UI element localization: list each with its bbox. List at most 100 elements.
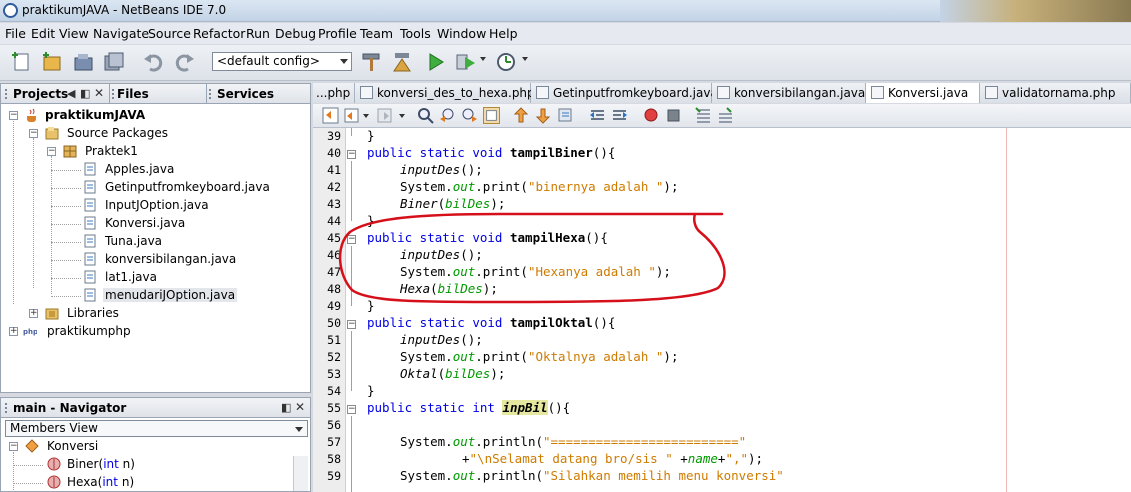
debug-dropdown-icon[interactable] xyxy=(480,57,486,61)
build-hammer-icon[interactable] xyxy=(360,51,384,73)
menu-source[interactable]: Source xyxy=(148,26,191,41)
tree-file[interactable]: konversibilangan.java xyxy=(1,251,310,269)
tab-validatornama[interactable]: validatornama.php xyxy=(980,83,1131,103)
tree-file-selected[interactable]: menudariJOption.java xyxy=(1,287,310,305)
tab-getinputfromkeyboard[interactable]: Getinputfromkeyboard.java xyxy=(531,83,718,103)
java-file-icon xyxy=(84,216,96,230)
tree-file[interactable]: lat1.java xyxy=(1,269,310,287)
menu-team[interactable]: Team xyxy=(360,26,393,41)
toggle-bookmark-icon[interactable] xyxy=(557,107,574,124)
fold-toggle-icon[interactable]: − xyxy=(347,405,356,414)
collapse-icon[interactable]: − xyxy=(29,129,38,138)
tab-files[interactable]: Files xyxy=(117,87,149,101)
collapse-icon[interactable]: − xyxy=(47,147,56,156)
tree-libraries[interactable]: + Libraries xyxy=(1,305,310,323)
forward-dropdown-icon[interactable] xyxy=(399,114,405,118)
drag-handle-icon[interactable] xyxy=(5,403,8,413)
menu-view[interactable]: View xyxy=(59,26,89,41)
new-file-icon[interactable] xyxy=(10,51,34,73)
clean-build-icon[interactable] xyxy=(390,51,414,73)
previous-bookmark-icon[interactable] xyxy=(513,107,530,124)
tree-project-praktikumphp[interactable]: + php praktikumphp xyxy=(1,323,310,341)
comment-icon[interactable] xyxy=(695,107,712,124)
profile-icon[interactable] xyxy=(494,51,518,73)
netbeans-window: praktikumJAVA - NetBeans IDE 7.0 File Ed… xyxy=(0,0,1131,492)
config-dropdown[interactable]: <default config> xyxy=(212,52,352,71)
fold-toggle-icon[interactable]: − xyxy=(347,150,356,159)
line-number: 47 xyxy=(327,265,341,279)
tree-source-packages[interactable]: − Source Packages xyxy=(1,125,310,143)
forward-icon[interactable] xyxy=(377,107,394,124)
redo-icon[interactable] xyxy=(172,51,196,73)
members-view-dropdown[interactable]: Members View xyxy=(5,420,308,437)
tab-services[interactable]: Services xyxy=(217,87,274,101)
menu-help[interactable]: Help xyxy=(489,26,518,41)
next-bookmark-icon[interactable] xyxy=(535,107,552,124)
menu-navigate[interactable]: Navigate xyxy=(93,26,149,41)
debug-icon[interactable] xyxy=(454,51,478,73)
undo-icon[interactable] xyxy=(142,51,166,73)
tree-file[interactable]: Konversi.java xyxy=(1,215,310,233)
menu-profile[interactable]: Profile xyxy=(318,26,357,41)
menu-window[interactable]: Window xyxy=(437,26,486,41)
tree-file[interactable]: Apples.java xyxy=(1,161,310,179)
tree-file[interactable]: InputJOption.java xyxy=(1,197,310,215)
tree-package-praktek1[interactable]: − Praktek1 xyxy=(1,143,310,161)
tab-konversi-active[interactable]: Konversi.java xyxy=(866,83,980,103)
drag-handle-icon[interactable] xyxy=(209,89,212,99)
save-all-icon[interactable] xyxy=(102,51,126,73)
navigator-member[interactable]: Biner(int n) xyxy=(1,456,291,474)
tab-konversi-des-to-hexa[interactable]: konversi_des_to_hexa.php xyxy=(355,83,535,103)
find-icon[interactable] xyxy=(417,107,434,124)
toggle-highlight-icon[interactable] xyxy=(483,107,500,124)
navigator-member[interactable]: Hexa(int n) xyxy=(1,474,291,492)
uncomment-icon[interactable] xyxy=(717,107,734,124)
line-number: 48 xyxy=(327,282,341,296)
tab-php-overflow[interactable]: ...php xyxy=(313,83,355,103)
menu-edit[interactable]: Edit xyxy=(31,26,55,41)
menu-tools[interactable]: Tools xyxy=(400,26,431,41)
last-edit-icon[interactable] xyxy=(322,107,339,124)
tab-projects[interactable]: Projects xyxy=(13,87,68,101)
tree-file[interactable]: Tuna.java xyxy=(1,233,310,251)
expand-icon[interactable]: + xyxy=(29,309,38,318)
collapse-icon[interactable]: − xyxy=(9,442,18,451)
navigator-class-konversi[interactable]: − Konversi xyxy=(1,438,291,456)
expand-icon[interactable]: + xyxy=(9,327,18,336)
menu-bar: File Edit View Navigate Source Refactor … xyxy=(0,23,1131,44)
fold-toggle-icon[interactable]: − xyxy=(347,320,356,329)
stop-macro-icon[interactable] xyxy=(665,107,682,124)
scroll-left-icon[interactable]: ◀ xyxy=(67,87,75,100)
tree-file[interactable]: Getinputfromkeyboard.java xyxy=(1,179,310,197)
start-macro-icon[interactable] xyxy=(643,107,660,124)
shift-left-icon[interactable] xyxy=(589,107,606,124)
minimize-panel-icon[interactable]: ◧ xyxy=(281,401,291,414)
menu-run[interactable]: Run xyxy=(246,26,270,41)
drag-handle-icon[interactable] xyxy=(5,89,8,99)
run-icon[interactable] xyxy=(424,51,448,73)
profile-dropdown-icon[interactable] xyxy=(522,57,528,61)
close-icon[interactable]: ✕ xyxy=(295,400,305,414)
code-line-50: public static void tampilOktal(){ xyxy=(367,315,616,330)
menu-debug[interactable]: Debug xyxy=(275,26,316,41)
back-dropdown-icon[interactable] xyxy=(363,114,369,118)
menu-refactor[interactable]: Refactor xyxy=(193,26,245,41)
navigator-scrollbar[interactable] xyxy=(293,456,308,491)
projects-panel: Projects ◀ ◧ ✕ Files Services − praktiku… xyxy=(0,83,311,393)
menu-file[interactable]: File xyxy=(5,26,26,41)
code-line-53: Oktal(bilDes); xyxy=(400,366,506,381)
shift-right-icon[interactable] xyxy=(611,107,628,124)
tree-project-praktikumjava[interactable]: − praktikumJAVA xyxy=(1,107,310,125)
collapse-icon[interactable]: − xyxy=(9,111,18,120)
new-project-icon[interactable] xyxy=(40,51,64,73)
tab-konversibilangan[interactable]: konversibilangan.java xyxy=(712,83,866,103)
back-icon[interactable] xyxy=(344,107,361,124)
drag-handle-icon[interactable] xyxy=(112,89,115,99)
find-next-icon[interactable] xyxy=(461,107,478,124)
minimize-panel-icon[interactable]: ◧ xyxy=(80,87,90,100)
close-icon[interactable]: ✕ xyxy=(94,86,104,100)
fold-toggle-icon[interactable]: − xyxy=(347,235,356,244)
java-file-icon xyxy=(84,198,96,212)
open-project-icon[interactable] xyxy=(72,51,96,73)
find-previous-icon[interactable] xyxy=(439,107,456,124)
